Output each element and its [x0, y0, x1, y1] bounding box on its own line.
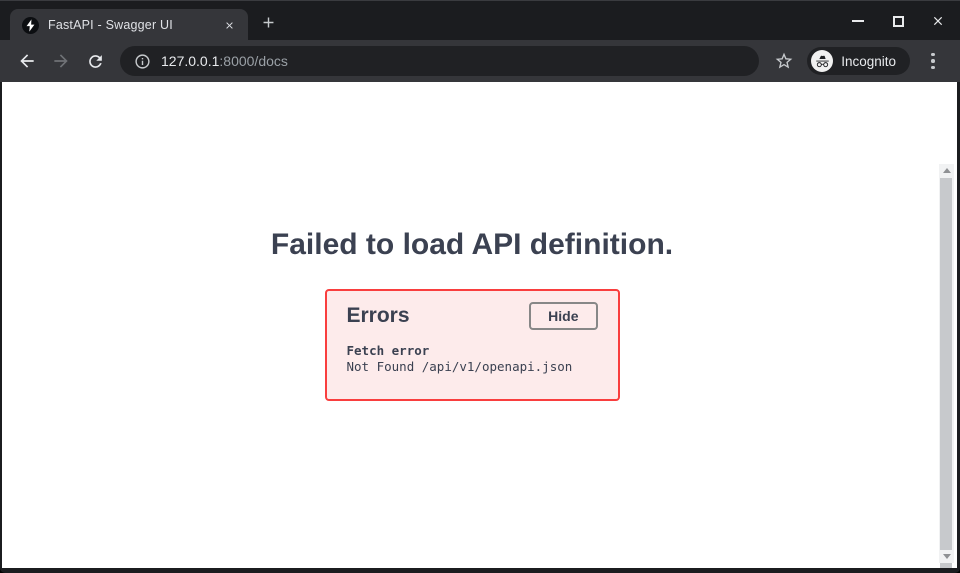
hide-errors-button[interactable]: Hide — [529, 302, 597, 330]
browser-toolbar: 127.0.0.1:8000/docs Incognito — [0, 40, 960, 82]
kebab-menu-icon — [931, 53, 935, 70]
errors-header: Errors Hide — [347, 302, 598, 330]
reload-button[interactable] — [80, 46, 110, 76]
url-text: 127.0.0.1:8000/docs — [161, 53, 288, 69]
reload-icon — [86, 52, 105, 71]
star-icon — [774, 51, 794, 71]
minimize-icon — [852, 20, 864, 22]
swagger-ui-page: Failed to load API definition. Errors Hi… — [2, 82, 942, 568]
errors-panel: Errors Hide Fetch error Not Found /api/v… — [325, 289, 620, 401]
scroll-down-icon — [943, 554, 951, 559]
scroll-up-icon — [943, 168, 951, 173]
error-item: Fetch error Not Found /api/v1/openapi.js… — [347, 343, 598, 375]
forward-icon — [51, 51, 71, 71]
incognito-badge: Incognito — [807, 47, 910, 75]
window-minimize-button[interactable] — [846, 9, 870, 33]
tab-strip: FastAPI - Swagger UI — [0, 0, 960, 40]
errors-title: Errors — [347, 304, 410, 328]
site-info-icon[interactable] — [134, 53, 151, 70]
tab-title: FastAPI - Swagger UI — [48, 18, 220, 32]
back-button[interactable] — [12, 46, 42, 76]
new-tab-button[interactable] — [258, 12, 278, 32]
scroll-down-button[interactable] — [939, 550, 954, 563]
incognito-icon — [811, 50, 833, 72]
tab-fastapi-swagger[interactable]: FastAPI - Swagger UI — [10, 9, 248, 41]
close-icon — [931, 14, 945, 28]
window-close-button[interactable] — [926, 9, 950, 33]
incognito-label: Incognito — [841, 54, 896, 69]
vertical-scrollbar[interactable] — [939, 164, 954, 563]
menu-button[interactable] — [918, 46, 948, 76]
window-maximize-button[interactable] — [886, 9, 910, 33]
error-title: Fetch error — [347, 343, 598, 359]
url-host: 127.0.0.1 — [161, 53, 219, 69]
page-content: Failed to load API definition. Errors Hi… — [2, 82, 957, 568]
page-title: Failed to load API definition. — [2, 230, 942, 260]
forward-button[interactable] — [46, 46, 76, 76]
error-message: Not Found /api/v1/openapi.json — [347, 359, 598, 375]
bookmark-button[interactable] — [769, 46, 799, 76]
scroll-up-button[interactable] — [939, 164, 954, 177]
scrollbar-thumb[interactable] — [940, 178, 952, 568]
window-controls — [846, 1, 950, 41]
maximize-icon — [893, 16, 904, 27]
tab-close-icon[interactable] — [220, 16, 238, 34]
fastapi-favicon-icon — [22, 17, 39, 34]
browser-window: FastAPI - Swagger UI — [0, 0, 960, 573]
back-icon — [17, 51, 37, 71]
address-bar[interactable]: 127.0.0.1:8000/docs — [120, 46, 759, 76]
url-path: :8000/docs — [219, 53, 288, 69]
